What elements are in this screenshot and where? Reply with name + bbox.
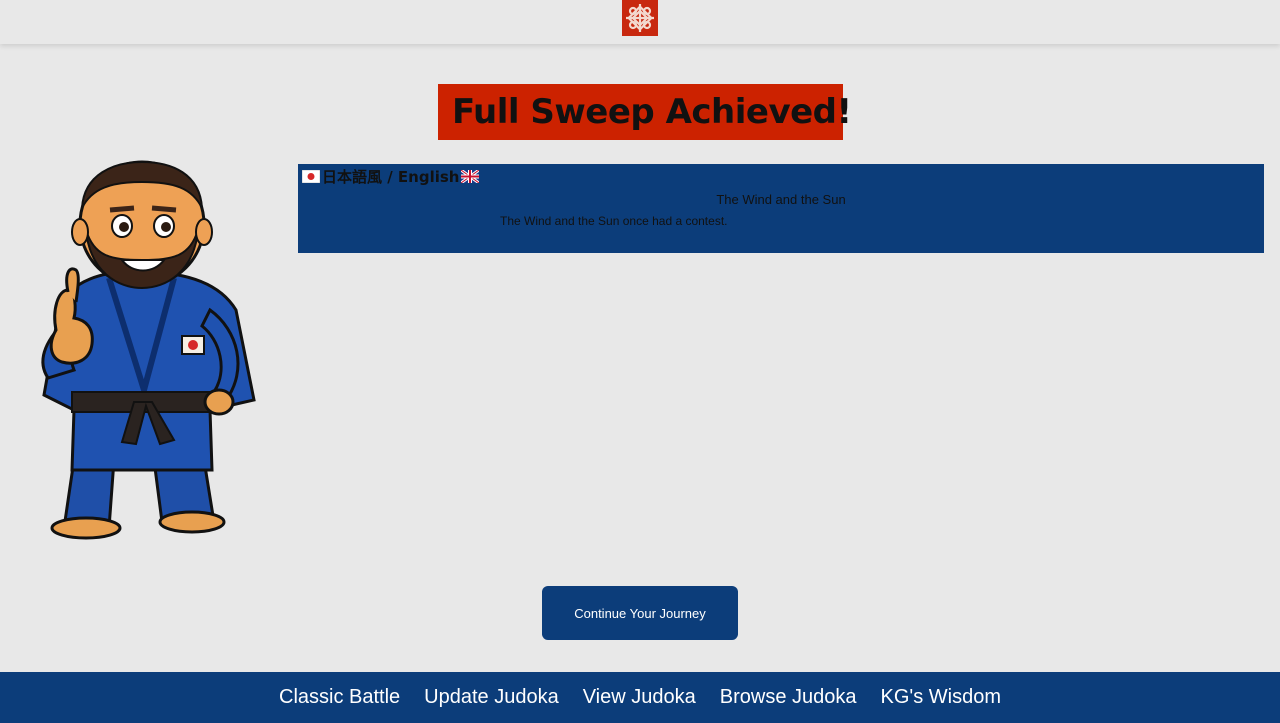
result-banner: Full Sweep Achieved! xyxy=(438,84,852,140)
uk-flag-icon xyxy=(461,170,480,183)
language-toggle-label: 日本語風 / English xyxy=(322,168,460,186)
story-text: The Wind and the Sun once had a contest. xyxy=(500,214,728,228)
nav-classic-battle[interactable]: Classic Battle xyxy=(279,686,400,709)
page-title: Full Sweep Achieved! xyxy=(452,92,852,132)
language-toggle[interactable]: 日本語風 / English xyxy=(300,166,481,187)
story-title-text: The Wind and the Sun xyxy=(716,192,846,207)
story-panel: 日本語風 / English The Wind and the Sun The … xyxy=(298,164,1264,253)
nav-kgs-wisdom[interactable]: KG's Wisdom xyxy=(881,686,1002,709)
continue-journey-button[interactable]: Continue Your Journey xyxy=(542,586,738,640)
bottom-nav: Classic Battle Update Judoka View Judoka… xyxy=(0,672,1280,723)
nav-update-judoka[interactable]: Update Judoka xyxy=(424,686,559,709)
judoka-mascot-image xyxy=(41,160,256,540)
japan-flag-icon xyxy=(302,170,320,183)
story-title: The Wind and the Sun xyxy=(298,192,1264,207)
nav-view-judoka[interactable]: View Judoka xyxy=(583,686,696,709)
knot-logo-icon[interactable] xyxy=(622,0,658,36)
nav-browse-judoka[interactable]: Browse Judoka xyxy=(720,686,857,709)
top-header xyxy=(0,0,1280,44)
